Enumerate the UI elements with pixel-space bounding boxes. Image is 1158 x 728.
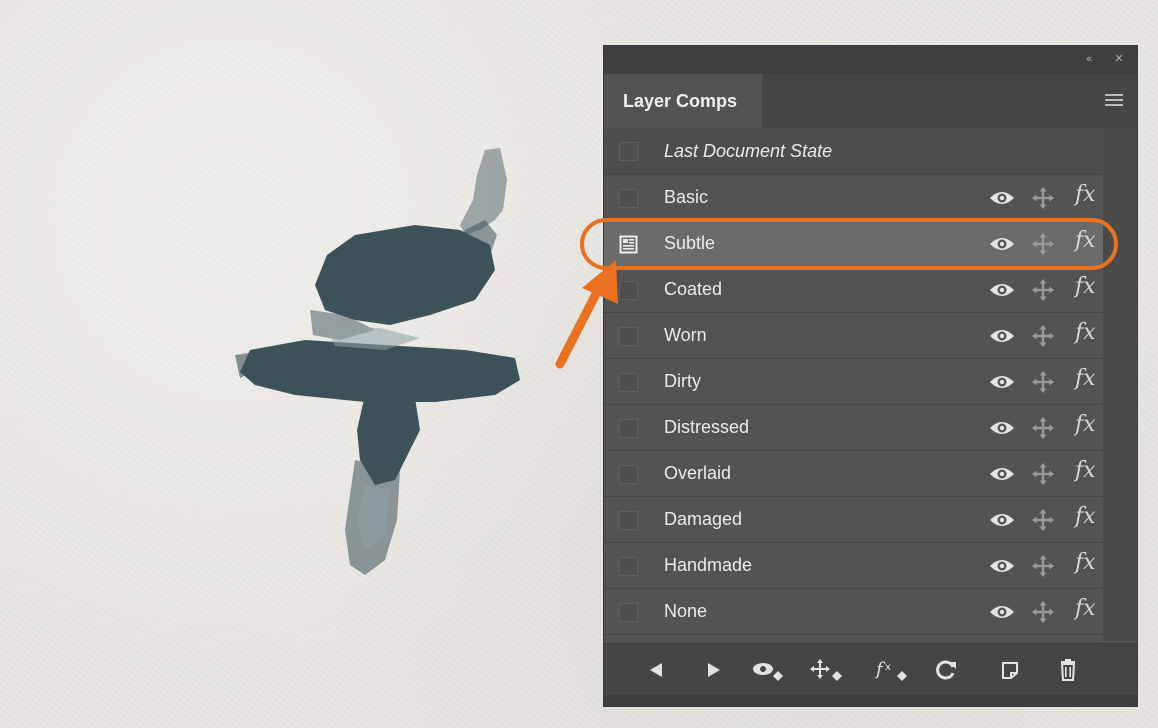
layer-comp-row[interactable]: Coated fx <box>604 267 1103 313</box>
panel-resize-grip[interactable] <box>604 695 1137 706</box>
comp-apply-checkbox[interactable] <box>619 511 638 530</box>
layer-comps-list: Last Document State Basic fx Subtle fx Coated… <box>604 128 1103 635</box>
fx-icon[interactable]: fx <box>1075 504 1096 529</box>
layer-comp-label: Dirty <box>664 371 701 391</box>
delete-comp-icon[interactable] <box>1054 658 1082 682</box>
close-panel-icon[interactable]: ✕ <box>1111 51 1127 67</box>
subtle-callout-ring <box>580 218 1118 270</box>
eye-icon[interactable] <box>989 326 1015 346</box>
layer-comp-label: Overlaid <box>664 463 732 483</box>
move-icon[interactable] <box>1031 370 1055 394</box>
comp-apply-checkbox[interactable] <box>619 419 638 438</box>
comp-attribute-icons: fx <box>989 274 1099 302</box>
eye-icon[interactable] <box>989 280 1015 300</box>
comp-attribute-icons: fx <box>989 550 1099 578</box>
comp-apply-checkbox[interactable] <box>619 465 638 484</box>
fx-icon[interactable]: fx <box>1075 458 1096 483</box>
layer-comp-label: None <box>664 601 708 621</box>
brush-stroke-artwork <box>235 148 520 575</box>
next-comp-icon[interactable] <box>700 658 728 682</box>
comp-attribute-icons: fx <box>989 412 1099 440</box>
layer-comp-label: Last Document State <box>664 141 833 161</box>
fx-icon[interactable]: fx <box>1075 596 1096 621</box>
eye-icon[interactable] <box>989 510 1015 530</box>
move-icon[interactable] <box>1031 508 1055 532</box>
eye-icon[interactable] <box>989 418 1015 438</box>
layer-comp-row[interactable]: Worn fx <box>604 313 1103 359</box>
previous-comp-icon[interactable] <box>642 658 670 682</box>
fx-icon[interactable]: fx <box>1075 550 1096 575</box>
move-icon[interactable] <box>1031 186 1055 210</box>
comp-attribute-icons: fx <box>989 366 1099 394</box>
new-comp-icon[interactable] <box>996 658 1024 682</box>
layer-comp-row[interactable]: Distressed fx <box>604 405 1103 451</box>
layer-comp-label: Coated <box>664 279 723 299</box>
svg-text:x: x <box>885 662 891 673</box>
eye-icon[interactable] <box>989 464 1015 484</box>
panel-footer-toolbar: f x <box>604 643 1137 696</box>
comp-attribute-icons: fx <box>989 458 1099 486</box>
fx-icon[interactable]: fx <box>1075 182 1096 207</box>
move-icon[interactable] <box>1031 416 1055 440</box>
move-icon[interactable] <box>1031 324 1055 348</box>
fx-icon[interactable]: fx <box>1075 412 1096 437</box>
layer-comp-label: Distressed <box>664 417 750 437</box>
eye-icon[interactable] <box>989 602 1015 622</box>
list-scrollbar[interactable] <box>1103 128 1137 641</box>
comp-attribute-icons: fx <box>989 596 1099 624</box>
fx-icon[interactable]: fx <box>1075 320 1096 345</box>
tab-layer-comps[interactable]: Layer Comps <box>604 74 762 128</box>
eye-icon[interactable] <box>989 188 1015 208</box>
apply-style-icon[interactable]: f x <box>874 658 912 682</box>
apply-position-icon[interactable] <box>808 658 846 682</box>
panel-menu-icon[interactable] <box>1105 94 1123 108</box>
comp-attribute-icons: fx <box>989 182 1099 210</box>
layer-comp-row[interactable]: Damaged fx <box>604 497 1103 543</box>
update-comp-icon[interactable] <box>932 658 960 682</box>
collapse-panel-icon[interactable]: « <box>1081 51 1097 67</box>
layer-comp-label: Handmade <box>664 555 753 575</box>
fx-icon[interactable]: fx <box>1075 366 1096 391</box>
comp-attribute-icons: fx <box>989 320 1099 348</box>
comp-apply-checkbox[interactable] <box>619 142 638 161</box>
layer-comp-row[interactable]: Basic fx <box>604 175 1103 221</box>
layer-comp-label: Basic <box>664 187 709 207</box>
eye-icon[interactable] <box>989 556 1015 576</box>
comp-apply-checkbox[interactable] <box>619 603 638 622</box>
comp-apply-checkbox[interactable] <box>619 557 638 576</box>
layer-comps-panel: « ✕ Layer Comps Last Document State Basic… <box>603 45 1138 707</box>
move-icon[interactable] <box>1031 462 1055 486</box>
comp-apply-checkbox[interactable] <box>619 189 638 208</box>
fx-icon[interactable]: fx <box>1075 274 1096 299</box>
apply-visibility-icon[interactable] <box>750 658 788 682</box>
move-icon[interactable] <box>1031 278 1055 302</box>
comp-attribute-icons: fx <box>989 504 1099 532</box>
move-icon[interactable] <box>1031 554 1055 578</box>
panel-titlebar[interactable]: « ✕ <box>604 46 1137 74</box>
layer-comp-row[interactable]: Dirty fx <box>604 359 1103 405</box>
layer-comp-label: Damaged <box>664 509 743 529</box>
panel-tab-row: Layer Comps <box>604 74 1137 128</box>
layer-comp-row-last-document-state[interactable]: Last Document State <box>604 128 1103 175</box>
eye-icon[interactable] <box>989 372 1015 392</box>
callout-arrow-icon <box>555 260 618 369</box>
layer-comp-row[interactable]: Handmade fx <box>604 543 1103 589</box>
layer-comp-label: Worn <box>664 325 707 345</box>
move-icon[interactable] <box>1031 600 1055 624</box>
layer-comp-row[interactable]: Overlaid fx <box>604 451 1103 497</box>
layer-comp-row[interactable]: None fx <box>604 589 1103 635</box>
